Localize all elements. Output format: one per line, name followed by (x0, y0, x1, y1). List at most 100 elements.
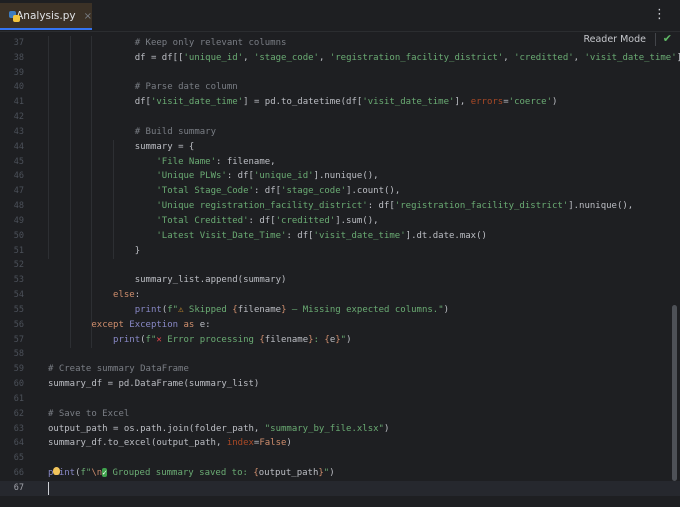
code-text: # Keep only relevant columns (135, 36, 287, 51)
code-token: df = df[[ (134, 52, 184, 63)
code-line[interactable]: 41 df['visit_date_time'] = pd.to_datetime… (0, 95, 680, 110)
code-line[interactable]: 65 (0, 451, 680, 466)
line-number: 41 (13, 97, 24, 108)
code-token: , (573, 52, 585, 63)
lightbulb-icon[interactable] (53, 467, 60, 476)
line-number: 57 (13, 334, 24, 345)
code-line[interactable]: 47 'Total Stage_Code': df['stage_code'].c… (0, 184, 680, 199)
keyword: False (259, 438, 287, 449)
comment: # Create summary DataFrame (48, 364, 189, 375)
line-number: 63 (13, 423, 24, 434)
code-text: summary_list.append(summary) (135, 273, 287, 288)
string-literal: 'creditted' (514, 52, 574, 63)
comment: # Build summary (134, 126, 216, 137)
code-text: summary_df.to_excel(output_path, index=F… (48, 436, 292, 451)
code-editor[interactable]: 37 # Keep only relevant columns 38 df = df[… (0, 36, 680, 496)
string-literal: 'creditted' (275, 215, 336, 226)
string-literal: 'visit_date_time' (150, 97, 244, 108)
tab-analysis-py[interactable]: Analysis.py × (0, 3, 92, 29)
vertical-scrollbar[interactable] (672, 305, 677, 481)
code-text: print(f"⚠ Skipped {filename} — Missing e… (135, 303, 449, 318)
string-literal: f" (145, 334, 157, 345)
more-options-icon[interactable]: ⋮ (653, 7, 666, 22)
code-line[interactable]: 59 # Create summary DataFrame (0, 362, 680, 377)
code-line[interactable]: 43 # Build summary (0, 125, 680, 140)
code-line[interactable]: 37 # Keep only relevant columns (0, 36, 680, 51)
code-line[interactable]: 55 print(f"⚠ Skipped {filename} — Missing… (0, 303, 680, 318)
string-literal: f" (167, 304, 179, 315)
code-line[interactable]: 49 'Total Creditted': df['creditted'].sum… (0, 214, 680, 229)
line-number: 51 (13, 245, 24, 256)
code-line[interactable]: 48 'Unique registration_facility_district… (0, 199, 680, 214)
string-literal: 'Total Creditted' (156, 215, 249, 226)
code-token: output_path (258, 468, 319, 479)
string-literal: 'unique_id' (183, 52, 244, 63)
code-line[interactable]: 61 (0, 392, 680, 407)
line-number: 59 (13, 364, 24, 375)
code-token: ].dt.date.max() (405, 230, 487, 241)
code-text: # Create summary DataFrame (48, 362, 189, 377)
code-token: ] = pd.to_datetime(df[ (243, 97, 363, 108)
code-text: df = df[['unique_id', 'stage_code', 'reg… (135, 51, 680, 66)
code-line[interactable]: 50 'Latest Visit_Date_Time': df['visit_da… (0, 229, 680, 244)
builtin-print: print (134, 304, 162, 315)
code-token: filename (237, 304, 282, 315)
code-line[interactable]: 60 summary_df = pd.DataFrame(summary_list… (0, 377, 680, 392)
code-line[interactable]: 45 'File Name': filename, (0, 155, 680, 170)
code-line[interactable]: 58 (0, 347, 680, 362)
line-number: 62 (13, 408, 24, 419)
code-token: , (318, 52, 330, 63)
code-line[interactable]: 57 print(f"✕ Error processing {filename}:… (0, 333, 680, 348)
code-line[interactable]: 62 # Save to Excel (0, 407, 680, 422)
code-line[interactable]: 66 print(f"\n✓ Grouped summary saved to: … (0, 466, 680, 481)
code-line[interactable]: 40 # Parse date column (0, 80, 680, 95)
line-number: 44 (13, 141, 24, 152)
code-line[interactable]: 44 summary = { (0, 140, 680, 155)
close-icon[interactable]: × (84, 11, 92, 22)
string-literal: 'visit_date_time' (584, 52, 677, 63)
line-number: 45 (13, 156, 24, 167)
code-token: , (503, 52, 515, 63)
code-token: ) (552, 97, 558, 108)
code-token: ].nunique(), (313, 171, 379, 182)
code-line[interactable]: 46 'Unique PLWs': df['unique_id'].nunique… (0, 169, 680, 184)
code-line[interactable]: 53 summary_list.append(summary) (0, 273, 680, 288)
code-line[interactable]: 54 else: (0, 288, 680, 303)
string-literal: 'stage_code' (253, 52, 319, 63)
code-line[interactable]: 64 summary_df.to_excel(output_path, index… (0, 436, 680, 451)
string-literal: f" (80, 468, 92, 479)
code-token: ) (329, 468, 335, 479)
line-number: 49 (13, 215, 24, 226)
line-number: 56 (13, 319, 24, 330)
code-line[interactable]: 38 df = df[['unique_id', 'stage_code', 'r… (0, 51, 680, 66)
code-token: ) (443, 304, 450, 315)
code-line[interactable]: 67 (0, 480, 680, 496)
comment: # Save to Excel (48, 408, 130, 419)
code-text: print(f"\n✓ Grouped summary saved to: {o… (48, 466, 335, 481)
code-text: } (135, 244, 140, 259)
code-line[interactable]: 52 (0, 258, 680, 273)
code-line[interactable]: 39 (0, 66, 680, 81)
code-line[interactable]: 63 output_path = os.path.join(folder_path… (0, 422, 680, 437)
code-line[interactable]: 56 except Exception as e: (0, 318, 680, 333)
line-number: 48 (13, 201, 24, 212)
line-number: 52 (13, 260, 24, 271)
code-text: except Exception as e: (91, 318, 210, 333)
code-token: , (243, 52, 254, 63)
code-text: 'File Name': filename, (156, 155, 275, 170)
code-text: summary = { (135, 140, 195, 155)
code-text: # Save to Excel (48, 407, 129, 422)
code-line[interactable]: 42 (0, 110, 680, 125)
code-line[interactable]: 51} (0, 244, 680, 259)
code-text: # Parse date column (135, 80, 238, 95)
line-number: 53 (13, 275, 24, 286)
keyword: except (91, 319, 130, 330)
code-text: 'Total Stage_Code': df['stage_code'].cou… (156, 184, 400, 199)
code-token: : df[ (248, 215, 276, 226)
code-text: output_path = os.path.join(folder_path, … (48, 422, 389, 437)
line-number: 65 (13, 453, 24, 464)
line-number: 37 (13, 38, 24, 48)
line-number: 66 (13, 468, 24, 479)
string-literal: 'visit_date_time' (313, 230, 406, 241)
line-number: 58 (13, 349, 24, 360)
